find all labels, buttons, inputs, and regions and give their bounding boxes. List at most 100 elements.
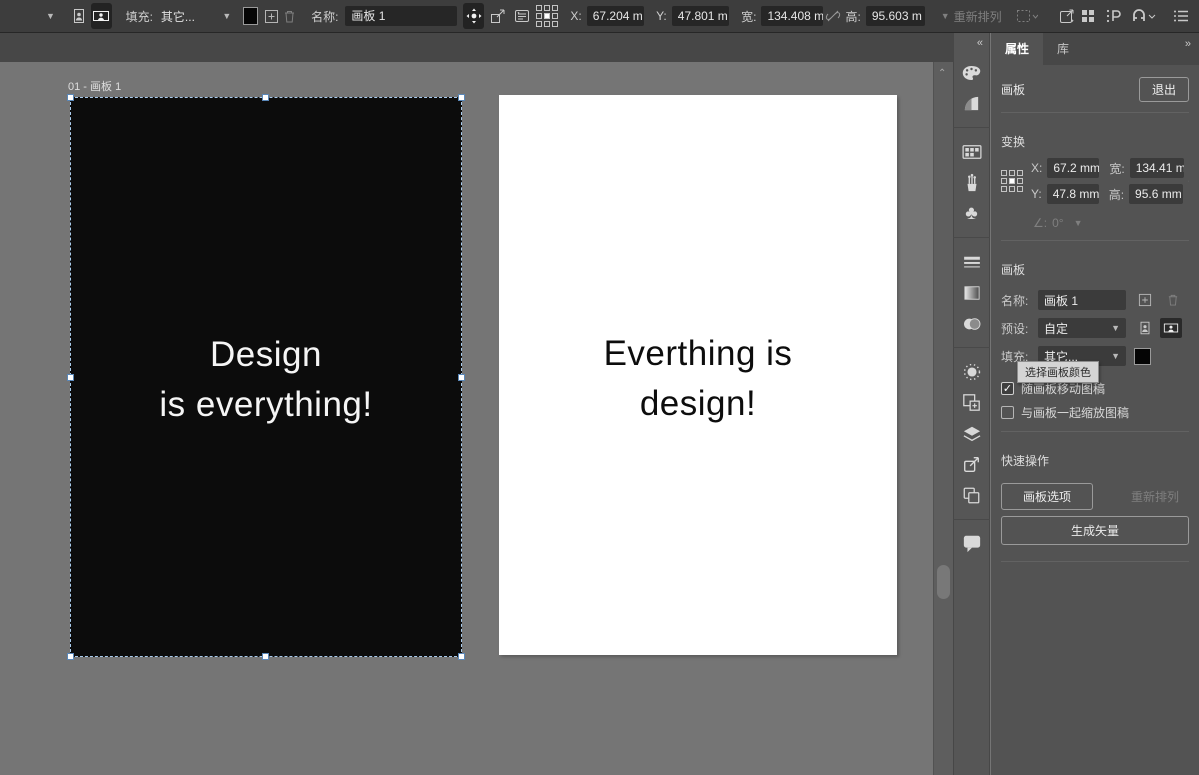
snap-to-pixel-button[interactable]	[1104, 3, 1124, 29]
preset-label: 预设:	[1001, 320, 1033, 337]
artboard-name-input[interactable]	[1038, 290, 1126, 310]
delete-artboard-button[interactable]	[1162, 290, 1184, 310]
layers-panel-button[interactable]	[953, 418, 990, 449]
home-button[interactable]	[1077, 3, 1097, 29]
color-guide-panel-button[interactable]	[953, 88, 990, 119]
portrait-orientation-button[interactable]	[69, 3, 89, 29]
canvas-pasteboard[interactable]: 01 - 画板 1 Design is everything! Everthin…	[0, 62, 931, 775]
artboards-panel-button[interactable]	[953, 387, 990, 418]
exit-button[interactable]: 退出	[1139, 77, 1189, 102]
reference-point-grid-icon[interactable]	[1001, 170, 1023, 192]
scale-artboard-button[interactable]	[488, 3, 508, 29]
selection-handle-nw[interactable]	[67, 94, 74, 101]
height-label: 高:	[1109, 186, 1124, 203]
move-artwork-checkbox[interactable]: ✓	[1001, 382, 1014, 395]
stroke-weights-icon	[962, 255, 982, 269]
artboard-1-black[interactable]: Design is everything!	[70, 97, 462, 657]
stroke-panel-button[interactable]	[953, 246, 990, 277]
artboard-options-button[interactable]: 画板选项	[1001, 483, 1093, 510]
comments-panel-button[interactable]	[953, 528, 990, 559]
fill-label: 填充:	[126, 8, 153, 25]
height-label: 高:	[845, 8, 860, 25]
delete-artboard-button[interactable]	[281, 3, 297, 29]
color-panel-button[interactable]	[953, 57, 990, 88]
rearrange-button[interactable]: 重新排列	[954, 8, 1002, 25]
artboard-options-button[interactable]	[512, 3, 532, 29]
chevron-down-icon: ▼	[46, 11, 55, 21]
landscape-orientation-button[interactable]	[91, 3, 111, 29]
width-field[interactable]: 134.408 m	[761, 6, 823, 26]
preset-dropdown[interactable]: 自定 ▼	[1038, 318, 1126, 338]
white-artboard-text[interactable]: Everthing is design!	[499, 329, 897, 429]
isolate-artwork-button[interactable]	[1016, 3, 1039, 29]
artboard-2-white[interactable]: Everthing is design!	[499, 95, 897, 655]
color-guide-icon	[962, 94, 981, 113]
portrait-icon	[70, 7, 88, 25]
rearrange-button[interactable]: 重新排列	[1131, 484, 1189, 509]
plus-square-icon	[264, 9, 279, 24]
scroll-up-arrow-icon[interactable]: ⌃	[938, 68, 946, 79]
reference-point-button[interactable]	[536, 3, 558, 29]
export-button[interactable]	[1057, 3, 1077, 29]
fill-dropdown[interactable]: 其它... ▼	[161, 8, 231, 25]
black-artboard-text[interactable]: Design is everything!	[71, 330, 461, 430]
divider	[1001, 240, 1189, 241]
appearance-panel-button[interactable]	[953, 356, 990, 387]
artboard-preset-dropdown[interactable]: ▼	[0, 11, 63, 21]
dock-separator	[953, 229, 990, 238]
brushes-panel-button[interactable]	[953, 167, 990, 198]
y-field[interactable]: 47.8 mm	[1047, 184, 1099, 204]
generate-vector-button[interactable]: 生成矢量	[1001, 516, 1189, 545]
gradient-panel-button[interactable]	[953, 277, 990, 308]
new-artboard-button[interactable]	[264, 3, 280, 29]
asset-export-panel-button[interactable]	[953, 480, 990, 511]
move-icon	[465, 7, 483, 25]
tab-libraries[interactable]: 库	[1043, 33, 1083, 65]
x-field[interactable]: 67.2 mm	[1047, 158, 1099, 178]
toolbar-menu-button[interactable]	[1171, 3, 1191, 29]
selection-handle-se[interactable]	[458, 653, 465, 660]
checkmark-icon: ✓	[1003, 382, 1012, 395]
asset-export-icon	[962, 486, 981, 505]
selection-handle-n[interactable]	[262, 94, 269, 101]
comment-bubble-icon	[962, 534, 982, 553]
y-field[interactable]: 47.801 m	[672, 6, 729, 26]
export-panel-button[interactable]	[953, 449, 990, 480]
landscape-orientation-button[interactable]	[1160, 318, 1182, 338]
height-field[interactable]: 95.6 mm	[1129, 184, 1183, 204]
artboard-fill-swatch[interactable]	[1134, 348, 1151, 365]
grid-dots-icon	[1080, 8, 1096, 24]
artboard-section-title: 画板	[1001, 251, 1189, 282]
artboard-name-tag[interactable]: 01 - 画板 1	[68, 78, 121, 94]
new-artboard-button[interactable]	[1134, 290, 1156, 310]
name-label: 名称:	[311, 8, 338, 25]
swatches-panel-button[interactable]	[953, 136, 990, 167]
transparency-icon	[962, 316, 982, 332]
tab-properties[interactable]: 属性	[991, 33, 1043, 65]
move-artboard-button[interactable]	[463, 3, 483, 29]
snap-options-button[interactable]	[1130, 3, 1157, 29]
scrollbar-thumb[interactable]	[937, 565, 950, 599]
constrain-proportions-button[interactable]	[825, 3, 841, 29]
scale-artwork-checkbox[interactable]	[1001, 406, 1014, 419]
broken-link-icon[interactable]	[1188, 172, 1189, 190]
selection-handle-s[interactable]	[262, 653, 269, 660]
artboard-name-input[interactable]	[345, 6, 457, 26]
selection-handle-w[interactable]	[67, 374, 74, 381]
fill-color-swatch[interactable]	[243, 7, 258, 25]
transparency-panel-button[interactable]	[953, 308, 990, 339]
collapse-panel-icon[interactable]: »	[1185, 38, 1191, 50]
portrait-orientation-button[interactable]	[1134, 318, 1156, 338]
selection-handle-e[interactable]	[458, 374, 465, 381]
selection-handle-sw[interactable]	[67, 653, 74, 660]
vertical-scrollbar[interactable]: ⌃	[933, 62, 953, 775]
x-field[interactable]: 67.204 m	[587, 6, 644, 26]
height-field[interactable]: 95.603 m	[866, 6, 925, 26]
x-label: X:	[570, 9, 581, 23]
symbols-panel-button[interactable]: ♣	[953, 198, 990, 229]
width-field[interactable]: 134.41 m	[1130, 158, 1184, 178]
tooltip-choose-artboard-color: 选择画板颜色	[1017, 361, 1099, 383]
selection-handle-ne[interactable]	[458, 94, 465, 101]
angle-value[interactable]: 0°	[1052, 216, 1063, 230]
collapse-dock-icon[interactable]: «	[977, 37, 983, 49]
